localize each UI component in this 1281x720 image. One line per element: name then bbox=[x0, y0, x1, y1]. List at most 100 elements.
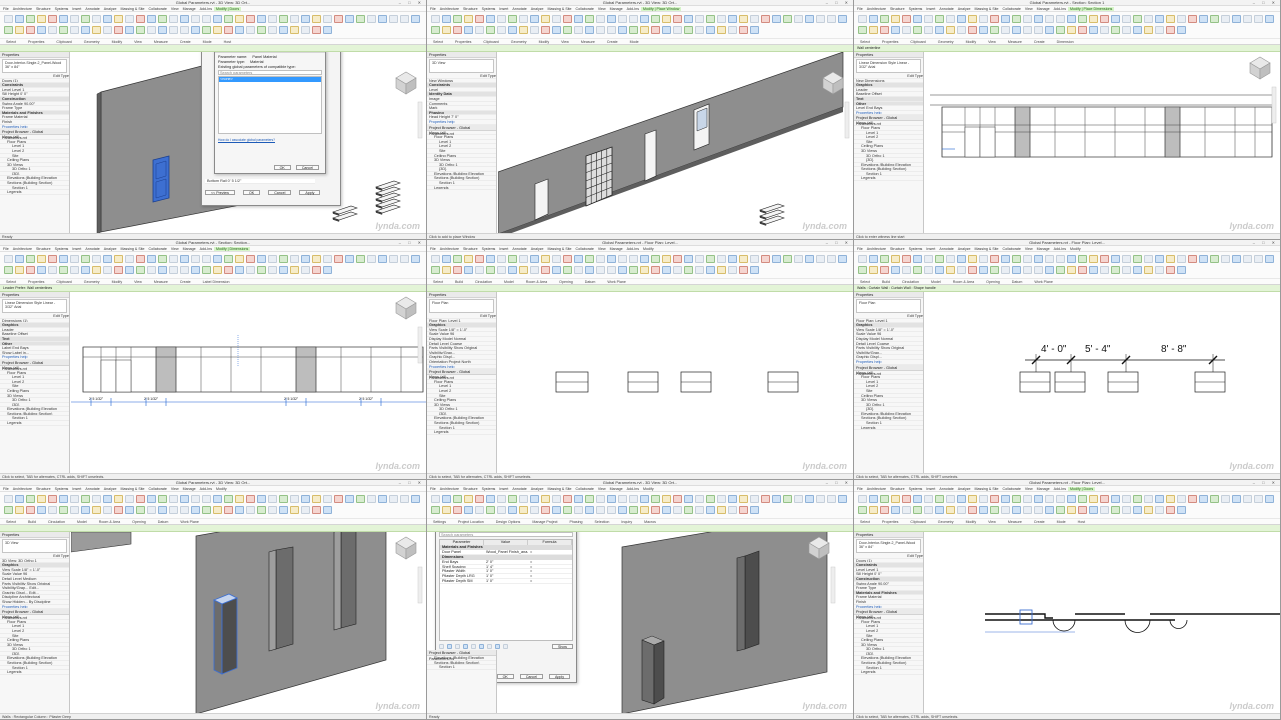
ribbon-tool-icon[interactable] bbox=[453, 266, 462, 274]
ribbon-tool-icon[interactable] bbox=[739, 255, 748, 263]
ribbon-tool-icon[interactable] bbox=[1089, 495, 1098, 503]
ribbon-tool-icon[interactable] bbox=[290, 15, 299, 23]
ribbon-tool-icon[interactable] bbox=[508, 26, 517, 34]
dimension-label[interactable]: 8' - 8" bbox=[1161, 344, 1187, 355]
ribbon-tool-icon[interactable] bbox=[968, 506, 977, 514]
ribbon-tool-icon[interactable] bbox=[574, 15, 583, 23]
ribbon-tab[interactable]: Add-Ins bbox=[625, 487, 641, 491]
ribbon-tab[interactable]: Architecture bbox=[865, 247, 888, 251]
ribbon-tab[interactable]: View bbox=[596, 247, 608, 251]
parameter-tool-icon[interactable] bbox=[455, 644, 460, 649]
ribbon-tool-icon[interactable] bbox=[114, 255, 123, 263]
ribbon-tool-icon[interactable] bbox=[1232, 255, 1241, 263]
ribbon-tool-icon[interactable] bbox=[367, 15, 376, 23]
ribbon-tool-icon[interactable] bbox=[180, 266, 189, 274]
ribbon-tool-icon[interactable] bbox=[794, 495, 803, 503]
type-selector[interactable]: Door-Interior-Single-2_Panel-Wood 36" x … bbox=[856, 539, 921, 553]
ribbon-tool-icon[interactable] bbox=[1133, 255, 1142, 263]
ribbon-tab[interactable]: Analyze bbox=[529, 487, 546, 491]
parameter-tool-icon[interactable] bbox=[463, 644, 468, 649]
ribbon-tool-icon[interactable] bbox=[1221, 15, 1230, 23]
browser-item[interactable]: Legends bbox=[427, 430, 496, 435]
ribbon-tab[interactable]: Collaborate bbox=[574, 7, 596, 11]
ribbon-tab[interactable]: Systems bbox=[480, 7, 498, 11]
ribbon-tool-icon[interactable] bbox=[224, 255, 233, 263]
ribbon-tab[interactable]: Analyze bbox=[102, 247, 119, 251]
ribbon-tool-icon[interactable] bbox=[92, 15, 101, 23]
ribbon-tool-icon[interactable] bbox=[662, 506, 671, 514]
ribbon-tool-icon[interactable] bbox=[136, 255, 145, 263]
ribbon-tool-icon[interactable] bbox=[1221, 495, 1230, 503]
ribbon-tab[interactable]: Manage bbox=[181, 487, 198, 491]
ribbon-tool-icon[interactable] bbox=[1111, 255, 1120, 263]
ribbon-tool-icon[interactable] bbox=[114, 506, 123, 514]
ribbon-tab[interactable]: Insert bbox=[497, 247, 510, 251]
ribbon-tool-icon[interactable] bbox=[246, 15, 255, 23]
ribbon-tool-icon[interactable] bbox=[1067, 266, 1076, 274]
ribbon-tab[interactable]: Modify | Doors bbox=[214, 7, 242, 11]
ribbon-tool-icon[interactable] bbox=[662, 255, 671, 263]
ribbon-tool-icon[interactable] bbox=[1067, 495, 1076, 503]
ribbon-tool-icon[interactable] bbox=[1078, 495, 1087, 503]
ribbon-tool-icon[interactable] bbox=[706, 506, 715, 514]
ribbon-tool-icon[interactable] bbox=[684, 26, 693, 34]
ribbon-tab[interactable]: Systems bbox=[53, 7, 71, 11]
ribbon-tool-icon[interactable] bbox=[475, 15, 484, 23]
bottom-rail-row[interactable]: Bottom Rail 0' 5 1/2" bbox=[205, 179, 315, 184]
ribbon-tool-icon[interactable] bbox=[673, 255, 682, 263]
parameter-tool-icon[interactable] bbox=[471, 644, 476, 649]
ribbon-tool-icon[interactable] bbox=[1155, 266, 1164, 274]
ribbon-tool-icon[interactable] bbox=[618, 255, 627, 263]
ribbon-tab[interactable]: Annotate bbox=[937, 247, 955, 251]
ribbon-tool-icon[interactable] bbox=[290, 506, 299, 514]
ribbon-tool-icon[interactable] bbox=[1232, 495, 1241, 503]
ribbon-tool-icon[interactable] bbox=[673, 26, 682, 34]
ribbon-tool-icon[interactable] bbox=[651, 26, 660, 34]
ribbon-tool-icon[interactable] bbox=[519, 15, 528, 23]
ribbon-tool-icon[interactable] bbox=[1100, 255, 1109, 263]
ribbon-tool-icon[interactable] bbox=[596, 255, 605, 263]
ribbon-tool-icon[interactable] bbox=[1177, 495, 1186, 503]
drawing-canvas[interactable] bbox=[925, 532, 1280, 713]
ribbon-tool-icon[interactable] bbox=[618, 15, 627, 23]
ribbon-tool-icon[interactable] bbox=[323, 26, 332, 34]
type-selector[interactable]: 3D View bbox=[2, 539, 67, 553]
ribbon-tool-icon[interactable] bbox=[651, 495, 660, 503]
ribbon-tool-icon[interactable] bbox=[596, 495, 605, 503]
ribbon-tool-icon[interactable] bbox=[541, 255, 550, 263]
ribbon-tab[interactable]: View bbox=[596, 487, 608, 491]
ribbon-tool-icon[interactable] bbox=[497, 15, 506, 23]
ribbon-tool-icon[interactable] bbox=[81, 495, 90, 503]
ribbon-tool-icon[interactable] bbox=[257, 15, 266, 23]
ribbon-tool-icon[interactable] bbox=[891, 26, 900, 34]
ribbon-tool-icon[interactable] bbox=[1023, 495, 1032, 503]
ribbon-tool-icon[interactable] bbox=[202, 266, 211, 274]
ribbon-tool-icon[interactable] bbox=[202, 26, 211, 34]
ribbon-tool-icon[interactable] bbox=[1144, 26, 1153, 34]
ribbon-tab[interactable]: Systems bbox=[907, 487, 925, 491]
ribbon-tool-icon[interactable] bbox=[334, 255, 343, 263]
ribbon-tool-icon[interactable] bbox=[629, 15, 638, 23]
ribbon-tool-icon[interactable] bbox=[924, 26, 933, 34]
ribbon-tool-icon[interactable] bbox=[574, 495, 583, 503]
ribbon-tool-icon[interactable] bbox=[979, 506, 988, 514]
ribbon-tool-icon[interactable] bbox=[279, 15, 288, 23]
ribbon-tool-icon[interactable] bbox=[147, 266, 156, 274]
ribbon-tab[interactable]: Structure bbox=[888, 7, 907, 11]
ribbon-tool-icon[interactable] bbox=[1056, 266, 1065, 274]
ribbon-tool-icon[interactable] bbox=[147, 506, 156, 514]
ribbon-tool-icon[interactable] bbox=[1166, 26, 1175, 34]
ribbon-tool-icon[interactable] bbox=[246, 255, 255, 263]
ribbon-tool-icon[interactable] bbox=[761, 15, 770, 23]
ribbon-tool-icon[interactable] bbox=[1111, 506, 1120, 514]
ribbon-tab[interactable]: Collaborate bbox=[574, 247, 596, 251]
ribbon-tab[interactable]: View bbox=[169, 247, 181, 251]
ribbon-tool-icon[interactable] bbox=[662, 495, 671, 503]
ribbon-tab[interactable]: Analyze bbox=[529, 7, 546, 11]
ribbon-tool-icon[interactable] bbox=[728, 495, 737, 503]
ribbon-tool-icon[interactable] bbox=[1177, 266, 1186, 274]
ribbon-tool-icon[interactable] bbox=[400, 495, 409, 503]
ribbon-tool-icon[interactable] bbox=[585, 506, 594, 514]
ribbon-tab[interactable]: Insert bbox=[924, 247, 937, 251]
ribbon-tool-icon[interactable] bbox=[202, 495, 211, 503]
